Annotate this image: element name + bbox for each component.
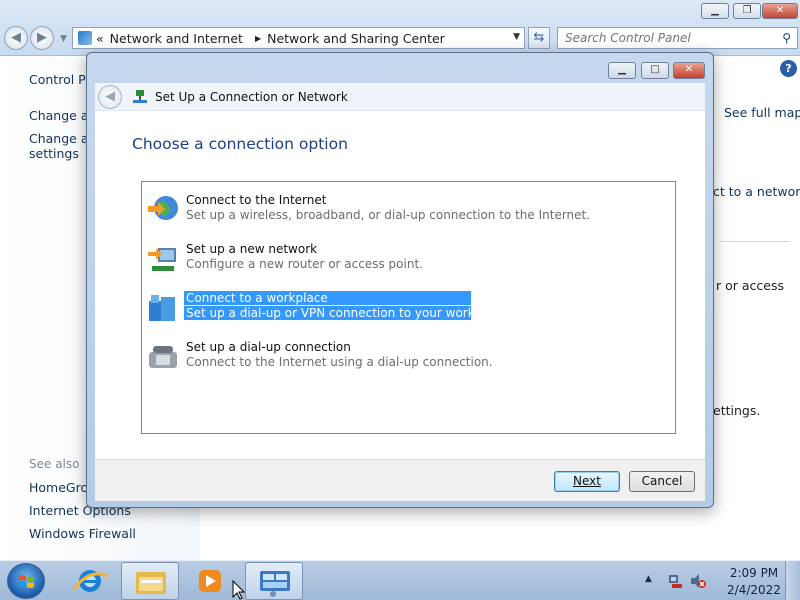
option-connect-workplace[interactable]: Connect to a workplace Set up a dial-up …	[146, 291, 511, 325]
option-description: Set up a dial-up or VPN connection to yo…	[184, 306, 511, 320]
breadcrumb-overflow[interactable]: «	[96, 31, 104, 46]
dialog-title: Set Up a Connection or Network	[155, 90, 348, 104]
show-desktop-button[interactable]	[785, 561, 800, 600]
option-title: Set up a dial-up connection	[186, 340, 351, 354]
windows-explorer-icon	[136, 572, 166, 594]
option-title: Connect to a workplace	[184, 291, 471, 305]
dialog-close-button[interactable]: ✕	[673, 62, 705, 79]
system-tray: ▲ 2:09 PM 2/4/2022	[640, 561, 800, 600]
minimize-button[interactable]: ▁	[701, 3, 729, 19]
mouse-cursor-icon	[232, 580, 246, 600]
connect-to-network-link[interactable]: ct to a network	[713, 184, 800, 199]
option-description: Set up a wireless, broadband, or dial-up…	[186, 208, 591, 222]
breadcrumb-network-and-internet[interactable]: Network and Internet	[110, 31, 243, 46]
setup-connection-dialog: ▁ □ ✕ ◀ Set Up a Connection or Network C…	[86, 52, 714, 508]
address-bar[interactable]: « Network and Internet ▶ Network and Sha…	[72, 27, 525, 49]
dialog-maximize-button[interactable]: □	[641, 62, 669, 79]
internet-explorer-icon	[72, 570, 109, 592]
page-heading: Choose a connection option	[132, 135, 348, 153]
dialog-back-button[interactable]: ◀	[98, 85, 122, 109]
help-icon[interactable]: ?	[780, 60, 797, 77]
next-button[interactable]: Next	[554, 471, 620, 492]
breadcrumb-separator-icon[interactable]: ▶	[255, 34, 261, 43]
option-dial-up[interactable]: Set up a dial-up connection Connect to t…	[146, 340, 506, 374]
globe-icon	[148, 196, 178, 220]
dialog-body: Choose a connection option Connect to th…	[95, 111, 705, 459]
sidebar-link-settings[interactable]: settings	[29, 146, 79, 161]
forward-button[interactable]: ▶	[30, 26, 54, 50]
clock-date[interactable]: 2/4/2022	[725, 583, 783, 597]
option-connect-internet[interactable]: Connect to the Internet Set up a wireles…	[146, 193, 590, 227]
search-input[interactable]	[558, 28, 773, 48]
divider	[720, 241, 790, 242]
control-panel-icon	[78, 31, 92, 45]
search-box[interactable]: ⚲	[557, 27, 798, 49]
main-text-settings: ettings.	[713, 403, 761, 418]
workplace-icon	[149, 295, 175, 321]
connection-option-list: Connect to the Internet Set up a wireles…	[141, 181, 676, 434]
control-panel-icon	[260, 571, 290, 597]
dialog-footer: Next Cancel	[95, 459, 705, 501]
search-icon[interactable]: ⚲	[782, 31, 791, 45]
see-also-heading: See also	[29, 457, 80, 471]
option-description: Configure a new router or access point.	[186, 257, 423, 271]
maximize-button[interactable]: ❐	[733, 3, 761, 19]
taskbar-internet-explorer[interactable]	[60, 562, 118, 600]
refresh-button[interactable]: ⇆	[528, 27, 550, 49]
option-new-network[interactable]: Set up a new network Configure a new rou…	[146, 242, 506, 276]
recent-pages-dropdown[interactable]: ▼	[60, 34, 67, 44]
breadcrumb-network-sharing-center[interactable]: Network and Sharing Center	[267, 31, 445, 46]
network-setup-icon	[133, 90, 147, 103]
option-title: Set up a new network	[186, 242, 318, 256]
volume-muted-icon[interactable]	[690, 573, 706, 589]
show-hidden-icons-icon[interactable]: ▲	[645, 574, 652, 584]
main-text-access: r or access	[716, 278, 784, 293]
windows-logo-icon	[19, 575, 34, 588]
clock-time[interactable]: 2:09 PM	[725, 566, 783, 580]
dialog-minimize-button[interactable]: ▁	[608, 62, 636, 79]
network-status-icon[interactable]	[667, 573, 683, 589]
option-title: Connect to the Internet	[186, 193, 327, 207]
see-full-map-link[interactable]: See full map	[724, 105, 800, 120]
dialog-header: ◀ Set Up a Connection or Network	[95, 83, 705, 111]
address-dropdown-icon[interactable]: ▼	[513, 32, 520, 42]
cancel-button[interactable]: Cancel	[629, 471, 695, 492]
taskbar-windows-explorer[interactable]	[121, 562, 179, 600]
back-button[interactable]: ◀	[4, 26, 28, 50]
option-description: Connect to the Internet using a dial-up …	[186, 355, 493, 369]
start-button[interactable]	[7, 563, 45, 599]
explorer-toolbar: ▁ ❐ ✕ ◀ ▶ ▼ « Network and Internet ▶ Net…	[0, 0, 800, 56]
taskbar-control-panel[interactable]	[245, 562, 303, 600]
cancel-button-label: Cancel	[641, 474, 683, 488]
see-also-windows-firewall[interactable]: Windows Firewall	[29, 526, 136, 541]
taskbar: ▲ 2:09 PM 2/4/2022	[0, 560, 800, 600]
phone-icon	[149, 346, 177, 368]
close-button[interactable]: ✕	[762, 3, 798, 19]
router-icon	[148, 248, 176, 271]
sidebar-link-control-panel-home[interactable]: Control Pa	[29, 72, 93, 87]
next-button-label: Next	[573, 474, 601, 488]
